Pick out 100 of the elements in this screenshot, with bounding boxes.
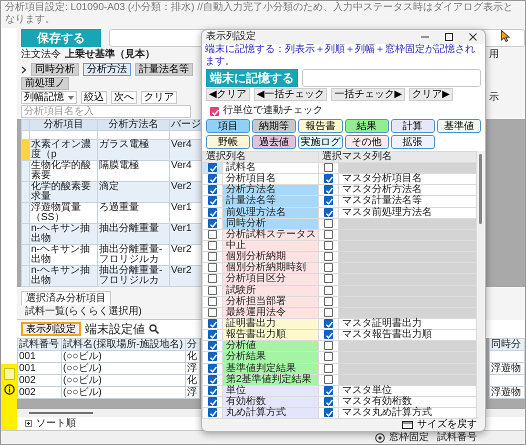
table-row[interactable]: 中止: [202, 240, 476, 252]
filter-button[interactable]: 絞込: [81, 91, 107, 104]
checkbox[interactable]: [324, 341, 333, 350]
table-row[interactable]: 個別分析納期: [202, 252, 476, 263]
group-button[interactable]: 計算: [390, 119, 435, 133]
group-button[interactable]: 報告書: [298, 119, 342, 133]
maximize-icon[interactable]: [445, 33, 453, 41]
group-button[interactable]: 実施ログ: [298, 135, 342, 149]
group-button[interactable]: 基準値: [436, 119, 481, 133]
group-button[interactable]: 野帳: [206, 135, 250, 149]
table-row[interactable]: 第2基準値判定結果: [202, 374, 476, 386]
bulk-button[interactable]: ◀クリア: [206, 88, 250, 101]
group-button[interactable]: 納期等: [252, 119, 296, 133]
bulk-button[interactable]: 一括チェック▶: [331, 88, 406, 101]
text-field[interactable]: [302, 69, 481, 87]
table-row[interactable]: 分析試料ステータス: [202, 229, 476, 240]
column-header[interactable]: 分析方法名: [98, 120, 170, 130]
group-button[interactable]: 拡張: [390, 135, 435, 149]
table-row[interactable]: 基準値判定結果: [202, 363, 476, 374]
tab[interactable]: 試料一覧(らくらく選択用): [21, 305, 146, 319]
checkbox[interactable]: [324, 263, 333, 272]
master-column-name: マスタ計量法名等: [338, 196, 476, 208]
checkbox[interactable]: [208, 330, 217, 340]
table-row[interactable]: 試料名: [202, 162, 476, 174]
filter-tab[interactable]: 前処理ノ: [21, 77, 69, 90]
column-settings-button[interactable]: 表示列設定: [21, 322, 81, 336]
table-row[interactable]: 試験所: [202, 285, 476, 296]
checkbox[interactable]: [208, 341, 217, 350]
checkbox[interactable]: [208, 163, 217, 172]
pane-lock-icon[interactable]: [375, 432, 385, 442]
group-button[interactable]: その他: [344, 135, 389, 149]
filter-tab[interactable]: 計量法名等: [135, 63, 193, 76]
filter-tab[interactable]: 分析方法: [83, 63, 131, 76]
next-button[interactable]: 次へ: [111, 91, 137, 104]
checkbox[interactable]: [208, 408, 217, 418]
column-header[interactable]: 分析項目: [30, 120, 98, 130]
checkbox[interactable]: [324, 174, 333, 184]
table-cell: ガラス電極: [98, 140, 170, 160]
table-row[interactable]: 個別分析納期時刻: [202, 262, 476, 274]
column-header[interactable]: 分: [186, 338, 200, 351]
filter-tab[interactable]: 同時分析: [31, 63, 79, 76]
clear-button[interactable]: クリア: [141, 91, 177, 104]
checkbox[interactable]: [324, 252, 333, 262]
checkbox[interactable]: [324, 330, 333, 340]
bulk-button[interactable]: クリア▶: [409, 88, 453, 101]
table-row[interactable]: 最終運用法令: [202, 307, 476, 318]
checkbox[interactable]: [208, 263, 217, 272]
close-icon[interactable]: [469, 33, 477, 41]
table-row[interactable]: 分析項目区分: [202, 274, 476, 286]
checkbox[interactable]: [324, 196, 333, 206]
checkbox[interactable]: [208, 252, 217, 262]
table-row[interactable]: 前処理方法名 マスタ前処理方法名: [202, 207, 476, 218]
table-row[interactable]: 分析方法名 マスタ分析方法名: [202, 184, 476, 196]
group-button[interactable]: 項目: [206, 119, 250, 133]
table-row[interactable]: 単位 マスタ単位: [202, 385, 476, 396]
table-row[interactable]: 計量法名等 マスタ計量法名等: [202, 196, 476, 208]
group-button[interactable]: 過去値: [252, 135, 296, 149]
window-icon: [402, 421, 413, 430]
checkbox[interactable]: [324, 185, 333, 194]
checkbox[interactable]: [210, 106, 219, 116]
table-row[interactable]: 証明書出力 マスタ証明書出力: [202, 318, 476, 330]
pane-lock-label: 窓枠固定: [389, 432, 429, 444]
tab[interactable]: 選択済み分析項目: [21, 291, 111, 305]
column-name: 試料名: [222, 162, 318, 174]
column-name: 分析担当部署: [222, 296, 318, 308]
window-title: 分析項目設定: L01090-A03 (小分類：排水) //自動入力完了小分類のため、入力中ステータス時はダイアログ表示となります。: [4, 1, 514, 27]
group-button[interactable]: 結果: [344, 119, 389, 133]
column-header[interactable]: 試料番号: [18, 338, 62, 351]
checkbox[interactable]: [324, 274, 333, 284]
bulk-button[interactable]: ◀一括チェック: [254, 88, 328, 101]
scrollbar-thumb[interactable]: [29, 412, 93, 414]
checkbox[interactable]: [208, 185, 217, 194]
info-icon: [4, 384, 14, 395]
restore-size-button[interactable]: サイズを戻す: [402, 419, 477, 432]
column-name: 単位: [222, 385, 318, 396]
expand-icon[interactable]: [25, 420, 32, 427]
chevron-icon[interactable]: [21, 66, 27, 74]
checkbox[interactable]: [208, 352, 217, 362]
search-icon[interactable]: [149, 324, 159, 334]
table-row[interactable]: 同時分析: [202, 218, 476, 230]
table-row[interactable]: 分析値: [202, 340, 476, 352]
checkbox[interactable]: [208, 274, 217, 284]
column-header[interactable]: 同時分: [490, 338, 524, 351]
table-row[interactable]: 分析担当部署: [202, 296, 476, 308]
table-row[interactable]: 報告書出力順 マスタ報告書出力順: [202, 330, 476, 341]
checkbox[interactable]: [324, 163, 333, 172]
notice-box: [4, 368, 14, 380]
scrollbar-thumb[interactable]: [479, 154, 482, 224]
checkbox[interactable]: [208, 196, 217, 206]
column-width-dropdown[interactable]: 列幅記憶: [21, 91, 77, 104]
column-name: 有効桁数: [222, 396, 318, 408]
table-row[interactable]: 分析結果: [202, 352, 476, 364]
checkbox[interactable]: [324, 408, 333, 418]
column-header[interactable]: 試料名(採取場所-施設地名): [62, 338, 186, 351]
checkbox[interactable]: [324, 352, 333, 362]
master-column-name: マスタ丸め計算方式: [338, 408, 476, 419]
column-header[interactable]: バージ: [170, 120, 202, 130]
table-row[interactable]: 有効桁数 マスタ有効桁数: [202, 396, 476, 408]
checkbox[interactable]: [208, 174, 217, 184]
table-row[interactable]: 分析項目名 マスタ分析項目名: [202, 174, 476, 185]
